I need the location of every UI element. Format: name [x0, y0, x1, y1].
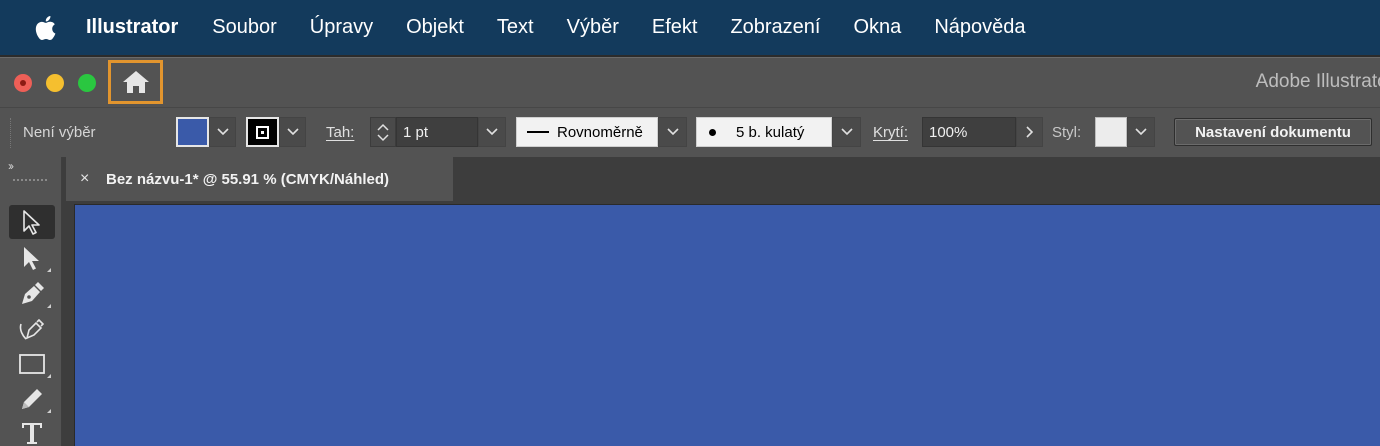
document-tab-bar: × Bez názvu-1* @ 55.91 % (CMYK/Náhled) [62, 157, 1380, 201]
chevron-down-icon [377, 133, 389, 141]
graphic-style-dropdown[interactable] [1127, 117, 1155, 147]
opacity-slider-button[interactable] [1016, 117, 1043, 147]
window-title: Adobe Illustrator [1255, 71, 1380, 92]
rectangle-tool[interactable] [9, 347, 55, 381]
control-bar: Není výběr Tah: 1 pt Rovnoměrně 5 b. kul… [0, 107, 1380, 157]
fill-color-swatch[interactable] [176, 117, 209, 147]
panel-grip[interactable] [10, 118, 13, 148]
pencil-tool[interactable] [9, 382, 55, 416]
direct-selection-tool[interactable] [9, 241, 55, 275]
chevron-down-icon [486, 128, 498, 136]
close-icon[interactable]: × [80, 170, 94, 188]
menu-app-name[interactable]: Illustrator [86, 16, 178, 39]
stroke-profile-value: Rovnoměrně [557, 123, 643, 141]
style-label: Styl: [1052, 124, 1082, 141]
stroke-color-swatch[interactable] [246, 117, 279, 147]
menu-view[interactable]: Zobrazení [730, 16, 820, 39]
home-button[interactable] [108, 60, 163, 104]
document-tab-title: Bez názvu-1* @ 55.91 % (CMYK/Náhled) [106, 170, 390, 188]
brush-dot-icon [709, 128, 716, 136]
apple-logo-icon[interactable] [30, 13, 60, 43]
fill-dropdown-button[interactable] [209, 117, 236, 147]
brush-dropdown[interactable] [832, 117, 861, 147]
selection-arrow-icon [23, 210, 40, 235]
chevron-up-icon [377, 123, 389, 131]
chevron-down-icon [216, 128, 229, 136]
close-window-button[interactable] [14, 74, 32, 92]
zoom-window-button[interactable] [78, 74, 96, 92]
stroke-weight-stepper[interactable] [370, 117, 396, 147]
document-tab[interactable]: × Bez názvu-1* @ 55.91 % (CMYK/Náhled) [66, 157, 453, 201]
brush-select[interactable]: 5 b. kulatý [696, 117, 832, 147]
menu-bar: Illustrator Soubor Úpravy Objekt Text Vý… [0, 0, 1380, 55]
chevron-right-icon [1025, 126, 1033, 138]
menu-object[interactable]: Objekt [406, 16, 464, 39]
opacity-label[interactable]: Krytí: [873, 124, 908, 141]
chevron-down-icon [840, 128, 853, 136]
document-setup-button[interactable]: Nastavení dokumentu [1174, 118, 1372, 146]
menu-select[interactable]: Výběr [567, 16, 619, 39]
menu-help[interactable]: Nápověda [934, 16, 1025, 39]
minimize-window-button[interactable] [46, 74, 64, 92]
canvas-area[interactable] [62, 201, 1380, 446]
pencil-icon [22, 389, 42, 409]
brush-value: 5 b. kulatý [736, 123, 805, 141]
stroke-weight-dropdown[interactable] [478, 117, 506, 147]
menu-file[interactable]: Soubor [212, 16, 277, 39]
direct-selection-arrow-icon [24, 247, 39, 270]
stroke-profile-select[interactable]: Rovnoměrně [516, 117, 658, 147]
menu-type[interactable]: Text [497, 16, 534, 39]
chevron-down-icon [1135, 128, 1147, 136]
curvature-tool[interactable] [9, 312, 55, 346]
opacity-input[interactable]: 100% [922, 117, 1016, 147]
menu-edit[interactable]: Úpravy [310, 16, 373, 39]
type-tool[interactable] [9, 416, 55, 446]
stroke-profile-dropdown[interactable] [658, 117, 687, 147]
stroke-dropdown-button[interactable] [279, 117, 306, 147]
panel-grip[interactable] [13, 179, 47, 184]
artboard[interactable] [74, 204, 1380, 446]
home-icon [122, 71, 149, 93]
menu-effect[interactable]: Efekt [652, 16, 698, 39]
stroke-line-icon [527, 131, 549, 133]
tools-panel: ›› [0, 157, 62, 446]
rectangle-icon [19, 354, 45, 374]
selection-tool[interactable] [9, 205, 55, 239]
window-title-bar: Adobe Illustrator [0, 57, 1380, 107]
pen-tool[interactable] [9, 277, 55, 311]
chevron-down-icon [286, 128, 299, 136]
collapse-panel-button[interactable]: ›› [8, 159, 14, 173]
stroke-label[interactable]: Tah: [326, 124, 354, 141]
chevron-down-icon [666, 128, 679, 136]
curvature-pen-icon [19, 318, 45, 340]
menu-window[interactable]: Okna [854, 16, 902, 39]
selection-status: Není výběr [23, 124, 96, 141]
graphic-style-swatch[interactable] [1095, 117, 1127, 147]
pen-nib-icon [22, 282, 44, 304]
type-t-icon [22, 423, 42, 444]
stroke-weight-input[interactable]: 1 pt [396, 117, 478, 147]
